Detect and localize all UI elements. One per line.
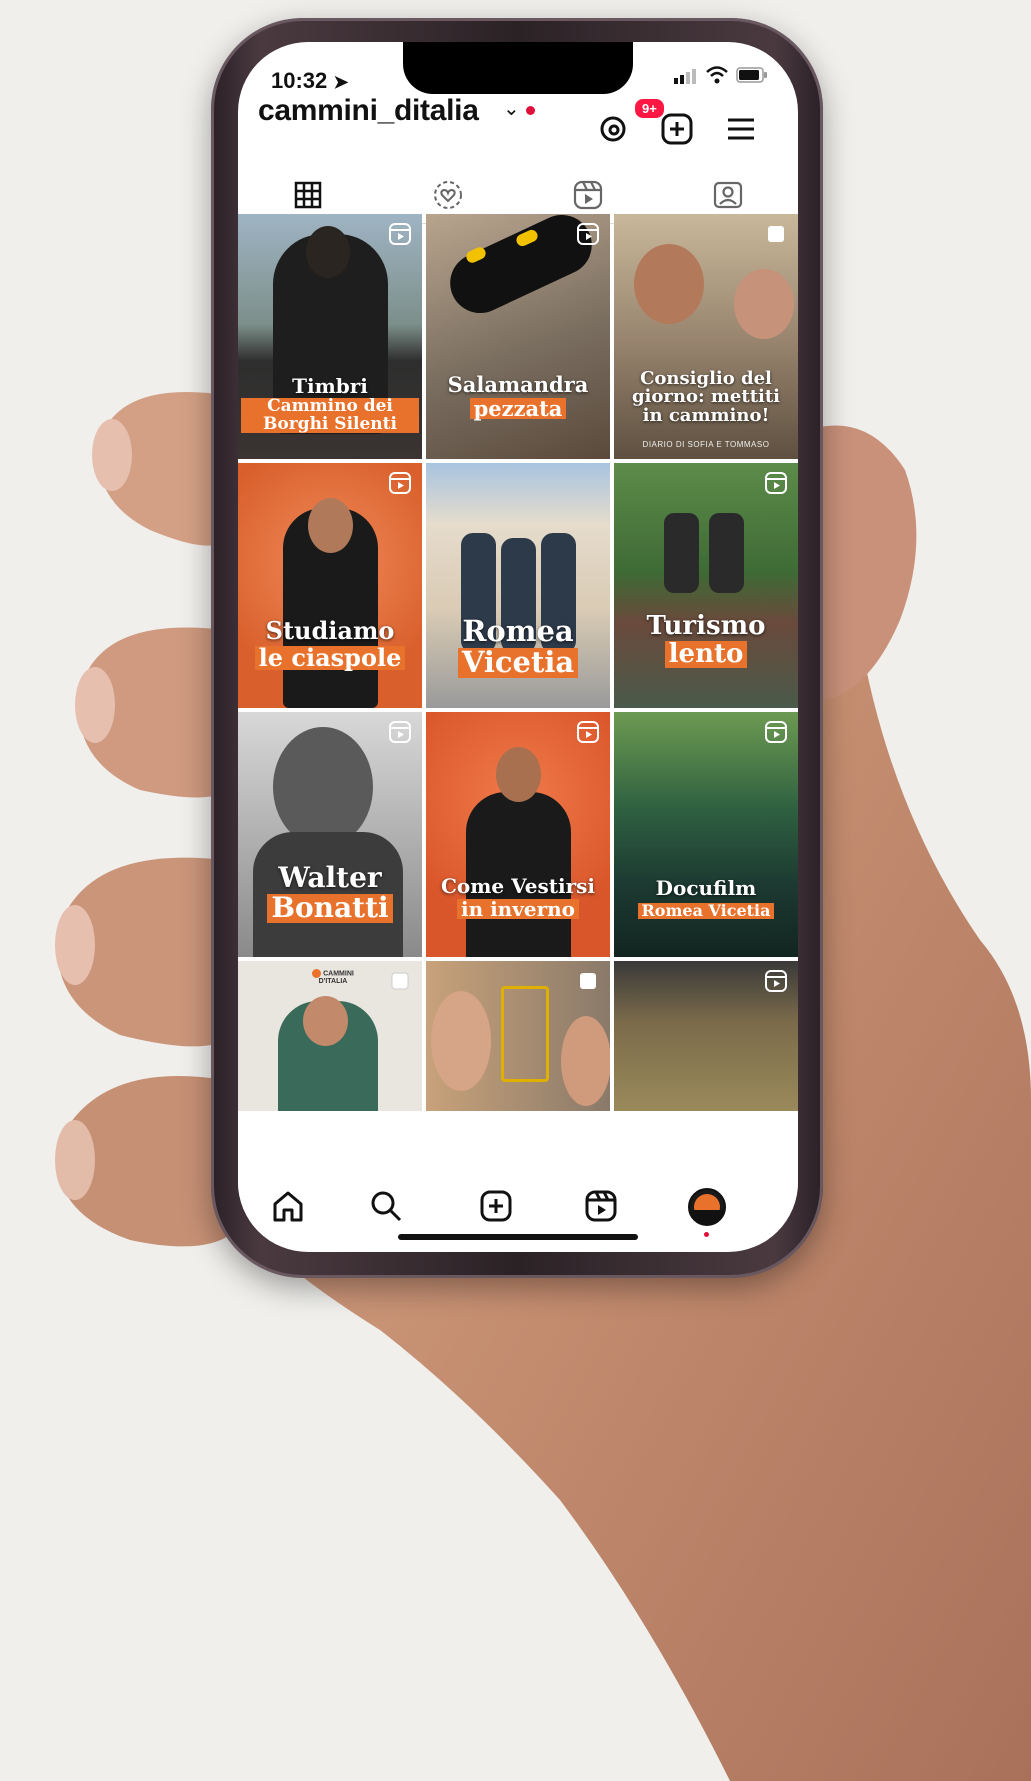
reels-icon <box>765 472 787 494</box>
location-arrow-icon: ➤ <box>333 72 349 92</box>
post-caption-line1: Docufilm <box>655 876 757 901</box>
post-photo <box>561 1016 610 1106</box>
phone-screen: 10:32 ➤ cammini_ditalia ⌄ 9+ Timbri Camm… <box>238 42 798 1252</box>
post-tile[interactable]: Docufilm Romea Vicetia <box>614 712 798 957</box>
post-caption: Studiamo le ciaspole <box>238 616 422 670</box>
reels-icon <box>389 721 411 743</box>
logo-icon <box>312 969 322 978</box>
profile-avatar[interactable] <box>688 1188 726 1226</box>
post-caption: Consiglio del giorno: mettiti in cammino… <box>614 367 798 426</box>
logo-text: CAMMINI D'ITALIA <box>318 970 354 985</box>
post-caption: Docufilm Romea Vicetia <box>614 878 798 919</box>
post-tile[interactable]: Studiamo le ciaspole <box>238 463 422 708</box>
post-tile[interactable]: Come Vestirsi in inverno <box>426 712 610 957</box>
search-icon[interactable] <box>368 1188 404 1224</box>
post-photo <box>303 996 348 1046</box>
bottom-nav <box>238 1172 798 1242</box>
post-tile[interactable] <box>614 961 798 1111</box>
post-caption: Turismo lento <box>614 613 798 668</box>
threads-icon[interactable] <box>596 112 630 146</box>
post-caption-line1: Walter <box>278 860 382 894</box>
battery-icon <box>736 67 767 83</box>
post-tile[interactable]: Salamandra pezzata <box>426 214 610 459</box>
reels-icon <box>577 721 599 743</box>
home-indicator <box>398 1234 638 1240</box>
carousel-icon <box>768 226 784 242</box>
post-caption: Come Vestirsi in inverno <box>426 876 610 919</box>
chevron-down-icon[interactable]: ⌄ <box>503 96 520 121</box>
avatar-horizon <box>690 1210 724 1224</box>
post-caption-line1: Consiglio del giorno: mettiti in cammino… <box>631 367 781 426</box>
post-caption: Timbri Cammino dei Borghi Silenti <box>238 376 422 433</box>
tower-emblem <box>501 986 549 1082</box>
post-caption-line2: Bonatti <box>267 894 393 923</box>
post-photo <box>306 226 350 278</box>
reels-icon <box>389 223 411 245</box>
post-caption-line1: Studiamo <box>265 616 395 646</box>
status-time-text: 10:32 <box>271 68 328 93</box>
reels-icon[interactable] <box>583 1188 619 1224</box>
signal-icon <box>674 66 698 84</box>
reels-icon <box>573 180 603 210</box>
post-tile[interactable]: Timbri Cammino dei Borghi Silenti <box>238 214 422 459</box>
post-caption-line2: in inverno <box>456 898 579 919</box>
post-photo <box>431 991 491 1091</box>
notification-dot <box>526 106 535 115</box>
profile-username[interactable]: cammini_ditalia <box>258 94 479 128</box>
carousel-icon <box>580 973 596 989</box>
reels-icon <box>389 472 411 494</box>
post-caption-line2: lento <box>664 641 748 668</box>
post-photo <box>308 498 353 553</box>
post-caption-line1: Come Vestirsi <box>440 874 595 899</box>
post-tile[interactable]: CAMMINI D'ITALIA <box>238 961 422 1111</box>
post-photo <box>273 727 373 847</box>
post-caption-line2: le ciaspole <box>254 645 406 670</box>
wifi-icon <box>706 66 728 84</box>
post-photo <box>634 244 704 324</box>
post-caption-line1: Romea <box>462 613 574 648</box>
grid-icon <box>294 181 322 209</box>
post-photo <box>496 747 541 802</box>
reels-icon <box>765 970 787 992</box>
post-tile[interactable]: Romea Vicetia <box>426 463 610 708</box>
post-tile[interactable]: Consiglio del giorno: mettiti in cammino… <box>614 214 798 459</box>
menu-icon[interactable] <box>724 112 758 146</box>
create-post-icon[interactable] <box>660 112 694 146</box>
post-caption-line2: Vicetia <box>457 648 579 678</box>
post-logo: CAMMINI D'ITALIA <box>298 969 368 985</box>
create-icon[interactable] <box>478 1188 514 1224</box>
status-icons <box>674 66 768 84</box>
post-caption: Walter Bonatti <box>238 860 422 923</box>
post-caption-line1: Timbri <box>292 373 368 398</box>
person-tag-icon <box>713 181 743 209</box>
carousel-icon <box>391 972 409 990</box>
post-caption-line1: Turismo <box>646 610 766 641</box>
status-time: 10:32 ➤ <box>271 68 349 94</box>
reels-icon <box>765 721 787 743</box>
post-caption-line2: pezzata <box>469 397 567 419</box>
post-photo <box>709 513 744 593</box>
post-caption: Salamandra pezzata <box>426 374 610 419</box>
reels-icon <box>577 223 599 245</box>
post-caption: Romea Vicetia <box>426 613 610 678</box>
post-tile[interactable]: Turismo lento <box>614 463 798 708</box>
home-icon[interactable] <box>270 1188 306 1224</box>
post-photo <box>664 513 699 593</box>
post-credit: DIARIO DI SOFIA E TOMMASO <box>642 440 770 449</box>
notch <box>403 42 633 94</box>
active-profile-dot <box>704 1232 709 1237</box>
post-caption-line1: Salamandra <box>447 372 589 398</box>
post-caption-line2: Cammino dei Borghi Silenti <box>241 398 419 433</box>
heart-circle-icon <box>434 181 462 209</box>
post-tile[interactable] <box>426 961 610 1111</box>
post-photo <box>734 269 794 339</box>
post-caption-line2: Romea Vicetia <box>637 902 775 919</box>
post-tile[interactable]: Walter Bonatti <box>238 712 422 957</box>
